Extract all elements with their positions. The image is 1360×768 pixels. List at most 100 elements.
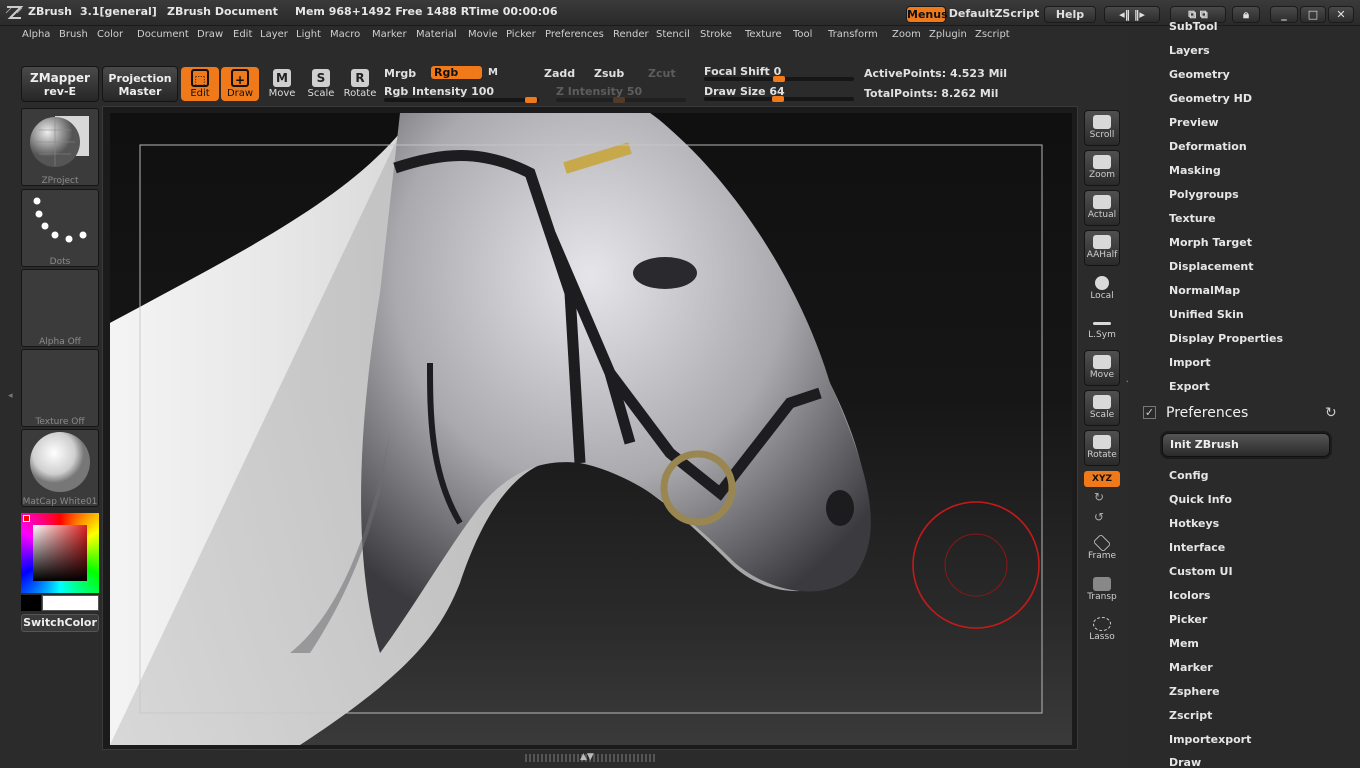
palette-displacement[interactable]: Displacement [1169,260,1254,273]
palette-subtool[interactable]: SubTool [1169,20,1218,32]
rotate-view-button[interactable]: Rotate [1084,430,1120,466]
left-tray-toggle-icon[interactable]: ◂ [8,376,16,416]
aahalf-button[interactable]: AAHalf [1084,230,1120,266]
menu-layer[interactable]: Layer [260,29,288,40]
palette-morph-target[interactable]: Morph Target [1169,236,1252,249]
menu-brush[interactable]: Brush [59,29,88,40]
actual-button[interactable]: Actual [1084,190,1120,226]
palette-unified-skin[interactable]: Unified Skin [1169,308,1244,321]
scale-view-button[interactable]: Scale [1084,390,1120,426]
reset-icon[interactable]: ↻ [1325,405,1337,421]
palette-layers[interactable]: Layers [1169,44,1210,57]
scale-button[interactable]: S Scale [302,67,340,101]
palette-export[interactable]: Export [1169,380,1210,393]
zcut-button[interactable]: Zcut [648,67,676,80]
move-view-button[interactable]: Move [1084,350,1120,386]
scroll-button[interactable]: Scroll [1084,110,1120,146]
menu-edit[interactable]: Edit [233,29,252,40]
pref-config[interactable]: Config [1169,469,1209,482]
focal-shift-slider[interactable] [704,76,854,82]
palette-geometry[interactable]: Geometry [1169,68,1230,81]
transp-button[interactable]: Transp [1084,573,1120,609]
menu-transform[interactable]: Transform [828,29,878,40]
frame-button[interactable]: Frame [1084,532,1120,568]
draw-button[interactable]: + Draw [221,67,259,101]
palette-polygroups[interactable]: Polygroups [1169,188,1239,201]
menu-zplugin[interactable]: Zplugin [929,29,967,40]
menu-zoom[interactable]: Zoom [892,29,921,40]
pref-quick-info[interactable]: Quick Info [1169,493,1232,506]
rgb-intensity-slider[interactable] [384,97,539,103]
zadd-button[interactable]: Zadd [544,67,575,80]
material-selector[interactable]: MatCap White01 [21,429,99,507]
palette-preview[interactable]: Preview [1169,116,1219,129]
menu-tool[interactable]: Tool [793,29,812,40]
main-color-swatch[interactable] [42,595,99,611]
palette-import[interactable]: Import [1169,356,1211,369]
menu-preferences[interactable]: Preferences [545,29,604,40]
draw-size-slider[interactable] [704,96,854,102]
pref-interface[interactable]: Interface [1169,541,1225,554]
maximize-icon[interactable]: □ [1300,6,1326,23]
menus-button[interactable]: Menus [906,6,948,23]
close-icon[interactable]: ✕ [1328,6,1354,23]
lasso-button[interactable]: Lasso [1084,613,1120,649]
color-picker[interactable] [21,513,99,593]
palette-normalmap[interactable]: NormalMap [1169,284,1240,297]
palette-geometry-hd[interactable]: Geometry HD [1169,92,1252,105]
pref-zsphere[interactable]: Zsphere [1169,685,1220,698]
pref-draw[interactable]: Draw [1169,756,1201,768]
zmapper-button[interactable]: ZMapper rev-E [21,66,99,102]
alpha-selector[interactable]: Alpha Off [21,269,99,347]
z-intensity-slider[interactable] [556,97,686,103]
palette-masking[interactable]: Masking [1169,164,1221,177]
menu-marker[interactable]: Marker [372,29,407,40]
pref-importexport[interactable]: Importexport [1169,733,1251,746]
zoom-button[interactable]: Zoom [1084,150,1120,186]
menu-light[interactable]: Light [296,29,321,40]
lock-icon[interactable]: 🔒︎ [1232,6,1260,23]
menu-zscript[interactable]: Zscript [975,29,1010,40]
pref-icolors[interactable]: Icolors [1169,589,1210,602]
menu-document[interactable]: Document [137,29,189,40]
y-rotate-icon[interactable]: ↻ [1094,490,1104,504]
preferences-pin-checkbox[interactable]: ✓ [1143,406,1156,419]
texture-selector[interactable]: Texture Off [21,349,99,427]
z-rotate-icon[interactable]: ↺ [1094,510,1104,524]
menu-material[interactable]: Material [416,29,457,40]
projection-master-button[interactable]: Projection Master [102,66,178,102]
xyz-toggle[interactable]: XYZ [1084,471,1120,487]
m-button[interactable]: M [488,67,498,78]
menu-color[interactable]: Color [97,29,123,40]
palette-display-properties[interactable]: Display Properties [1169,332,1283,345]
preferences-section-title[interactable]: Preferences [1166,405,1248,421]
lsym-button[interactable]: L.Sym [1084,312,1120,348]
menu-movie[interactable]: Movie [468,29,498,40]
document-canvas[interactable] [110,113,1072,745]
minimize-icon[interactable]: _ [1270,6,1298,23]
mrgb-button[interactable]: Mrgb [384,67,416,80]
tray-arrows-icon[interactable]: ▲▼ [580,752,594,762]
menu-texture[interactable]: Texture [745,29,782,40]
edit-button[interactable]: ⬚ Edit [181,67,219,101]
rgb-button[interactable]: Rgb [431,66,483,79]
local-button[interactable]: Local [1084,272,1120,308]
help-button[interactable]: Help [1044,6,1096,23]
menu-picker[interactable]: Picker [506,29,536,40]
rotate-button[interactable]: R Rotate [341,67,379,101]
pref-picker[interactable]: Picker [1169,613,1207,626]
zsub-button[interactable]: Zsub [594,67,624,80]
pref-hotkeys[interactable]: Hotkeys [1169,517,1219,530]
menu-render[interactable]: Render [613,29,649,40]
menu-alpha[interactable]: Alpha [22,29,50,40]
menu-macro[interactable]: Macro [330,29,360,40]
pref-marker[interactable]: Marker [1169,661,1213,674]
saturation-square[interactable] [33,525,87,581]
menu-stencil[interactable]: Stencil [656,29,690,40]
palette-deformation[interactable]: Deformation [1169,140,1247,153]
pref-zscript[interactable]: Zscript [1169,709,1212,722]
move-button[interactable]: M Move [263,67,301,101]
menu-stroke[interactable]: Stroke [700,29,732,40]
brush-selector[interactable]: ZProject [21,108,99,186]
pref-mem[interactable]: Mem [1169,637,1199,650]
